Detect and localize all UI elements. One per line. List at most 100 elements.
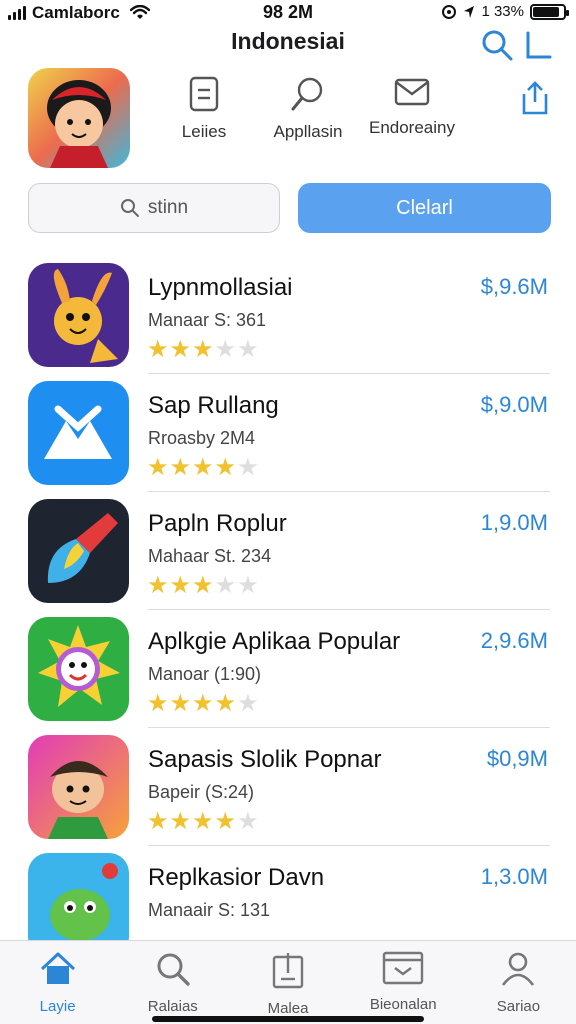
app-subtitle: Manaair S: 131 <box>148 900 271 920</box>
cartoon-girl-icon[interactable] <box>28 68 130 168</box>
home-icon <box>38 951 78 992</box>
tab-clipboard[interactable]: Malea <box>230 941 345 1024</box>
tab-label: Ralaias <box>147 998 198 1015</box>
category-list: Leiies Appllasin Endoreainy <box>152 76 464 142</box>
star-icon: ★ <box>147 690 169 717</box>
star-icon: ★ <box>192 808 214 835</box>
app-subtitle: Manoar (1:90) <box>148 664 262 684</box>
search-icon <box>154 951 192 992</box>
star-icon: ★ <box>147 808 169 835</box>
star-icon: ★ <box>192 336 214 363</box>
star-rating: ★ ★ ★ ★ ★ <box>147 810 259 834</box>
app-subtitle: Mahaar St. 234 <box>148 546 272 566</box>
star-icon: ★ <box>237 572 259 599</box>
battery-icon <box>530 3 569 20</box>
document-icon <box>189 76 219 112</box>
tab-bar: Layie Ralaias Malea Bieonalan Sariao <box>0 940 576 1024</box>
star-icon: ★ <box>237 690 259 717</box>
star-icon: ★ <box>147 336 169 363</box>
star-icon: ★ <box>237 454 259 481</box>
star-icon: ★ <box>169 454 192 481</box>
bookmark-icon[interactable] <box>524 31 552 59</box>
app-subtitle: Manaar S: 361 <box>148 310 267 330</box>
status-right: 1 33% <box>441 3 569 20</box>
star-rating: ★ ★ ★ ★ ★ <box>147 456 259 480</box>
app-price[interactable]: $0,9M <box>487 746 548 772</box>
list-item[interactable]: Sap Rullang Rroasby 2M4 ★ ★ ★ ★ ★ $,9.0M <box>0 374 576 492</box>
home-indicator <box>152 1016 424 1022</box>
status-bar: Camlaborc 98 2M 1 33% <box>0 0 576 26</box>
tab-home[interactable]: Layie <box>0 941 115 1024</box>
app-price[interactable]: 1,3.0M <box>481 864 548 890</box>
search-placeholder: stinn <box>147 197 189 218</box>
app-name: Papln Roplur <box>148 510 287 537</box>
star-icon: ★ <box>169 690 192 717</box>
search-icon <box>120 199 139 217</box>
tab-label: Sariao <box>496 998 541 1015</box>
featured-section: Leiies Appllasin Endoreainy <box>28 68 558 172</box>
share-icon[interactable] <box>518 80 552 121</box>
category-label: Appllasin <box>273 122 343 141</box>
location-icon <box>464 5 475 18</box>
star-icon: ★ <box>214 572 237 599</box>
category-label: Leiies <box>181 122 227 141</box>
app-price[interactable]: 1,9.0M <box>481 510 548 536</box>
list-item[interactable]: Aplkgie Aplikaa Popular Manoar (1:90) ★ ★ ★ ★… <box>0 610 576 728</box>
tab-label: Bieonalan <box>369 996 437 1013</box>
app-subtitle: Rroasby 2M4 <box>148 428 256 448</box>
mail-icon <box>394 78 430 106</box>
orientation-lock-icon <box>442 4 457 19</box>
search-icon[interactable] <box>480 28 514 62</box>
star-icon: ★ <box>237 336 259 363</box>
app-name: Sap Rullang <box>148 392 279 419</box>
app-subtitle: Bapeir (S:24) <box>148 782 255 802</box>
star-icon: ★ <box>147 572 169 599</box>
sun-face-icon[interactable] <box>28 617 129 721</box>
star-icon: ★ <box>169 336 192 363</box>
racket-icon <box>291 77 323 111</box>
category-item[interactable]: Appllasin <box>256 76 360 142</box>
tab-window[interactable]: Bieonalan <box>346 941 461 1024</box>
battery-fill <box>533 6 559 17</box>
star-rating: ★ ★ ★ ★ ★ <box>147 338 259 362</box>
list-item[interactable]: Lypnmollasiai Manaar S: 361 ★ ★ ★ ★ ★ $,9.6M <box>0 256 576 374</box>
star-icon: ★ <box>237 808 259 835</box>
star-icon: ★ <box>169 808 192 835</box>
star-icon: ★ <box>169 572 192 599</box>
person-icon <box>500 951 536 992</box>
star-icon: ★ <box>214 690 237 717</box>
star-icon: ★ <box>147 454 169 481</box>
star-icon: ★ <box>214 336 237 363</box>
star-icon: ★ <box>192 690 214 717</box>
star-icon: ★ <box>192 572 214 599</box>
brush-icon[interactable] <box>28 499 129 603</box>
search-input[interactable]: stinn <box>28 183 280 233</box>
tab-label: Malea <box>267 1000 309 1017</box>
category-item[interactable]: Endoreainy <box>360 76 464 142</box>
tab-person[interactable]: Sariao <box>461 941 576 1024</box>
star-rating: ★ ★ ★ ★ ★ <box>147 574 259 598</box>
app-list: Lypnmollasiai Manaar S: 361 ★ ★ ★ ★ ★ $,9.6M Sap… <box>0 256 576 964</box>
boy-icon[interactable] <box>28 735 129 839</box>
app-name: Lypnmollasiai <box>148 274 293 301</box>
battery-percent: 1 33% <box>481 3 524 20</box>
star-icon: ★ <box>192 454 214 481</box>
app-name: Aplkgie Aplikaa Popular <box>148 628 401 655</box>
clipboard-icon <box>271 951 305 994</box>
app-name: Sapasis Slolik Popnar <box>148 746 382 773</box>
list-item[interactable]: Papln Roplur Mahaar St. 234 ★ ★ ★ ★ ★ 1,9.0M <box>0 492 576 610</box>
mountain-icon[interactable] <box>28 381 129 485</box>
app-price[interactable]: $,9.0M <box>481 392 548 418</box>
list-item[interactable]: Sapasis Slolik Popnar Bapeir (S:24) ★ ★ ★ ★ ★ $… <box>0 728 576 846</box>
app-price[interactable]: $,9.6M <box>481 274 548 300</box>
nav-actions <box>480 28 552 62</box>
primary-button[interactable]: Clelarl <box>298 183 551 233</box>
app-name: Replkasior Davn <box>148 864 325 891</box>
bunny-icon[interactable] <box>28 263 129 367</box>
app-price[interactable]: 2,9.6M <box>481 628 548 654</box>
star-rating: ★ ★ ★ ★ ★ <box>147 692 259 716</box>
category-label: Endoreainy <box>368 118 455 137</box>
tab-search[interactable]: Ralaias <box>115 941 230 1024</box>
star-icon: ★ <box>214 454 237 481</box>
category-item[interactable]: Leiies <box>152 76 256 142</box>
